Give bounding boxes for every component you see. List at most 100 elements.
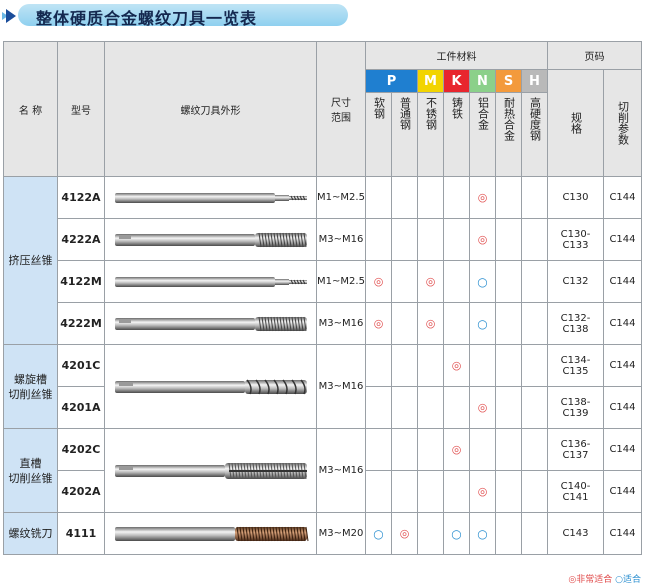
header-spec-text: 规格 <box>569 112 583 134</box>
param-cell: C144 <box>603 260 642 303</box>
material-mark <box>365 470 392 513</box>
material-mark <box>521 344 548 387</box>
model-cell: 4222M <box>57 302 105 345</box>
material-mark <box>417 344 444 387</box>
material-mark <box>391 386 418 429</box>
spec-cell: C140-C141 <box>547 470 604 513</box>
material-mark: ◎ <box>391 512 418 555</box>
material-mark <box>495 344 522 387</box>
material-label: 耐热合金 <box>495 92 522 177</box>
material-letter-k: K <box>443 69 470 93</box>
material-mark <box>391 218 418 261</box>
material-letter-s: S <box>495 69 522 93</box>
material-mark <box>417 428 444 471</box>
header-shape: 螺纹刀具外形 <box>104 41 317 177</box>
material-mark <box>495 470 522 513</box>
tool-shape-icon <box>114 526 308 541</box>
material-mark <box>391 176 418 219</box>
param-cell: C144 <box>603 386 642 429</box>
model-cell: 4222A <box>57 218 105 261</box>
param-cell: C144 <box>603 512 642 555</box>
model-cell: 4202C <box>57 428 105 471</box>
material-mark <box>469 428 496 471</box>
tool-shape-cell <box>104 218 317 261</box>
category-cell: 螺纹铣刀 <box>3 512 58 555</box>
spec-cell: C134-C135 <box>547 344 604 387</box>
material-mark: ◎ <box>443 344 470 387</box>
material-mark <box>391 470 418 513</box>
header-material-group: 工件材料 <box>365 41 548 70</box>
model-cell: 4122A <box>57 176 105 219</box>
material-mark <box>495 302 522 345</box>
title-arrow-icon <box>6 9 16 23</box>
param-cell: C144 <box>603 302 642 345</box>
tool-shape-icon <box>114 379 307 394</box>
size-cell: M3~M16 <box>316 344 366 429</box>
tool-shape-icon <box>114 232 307 247</box>
legend: ◎非常适合 ○适合 <box>568 572 641 585</box>
category-cell: 挤压丝锥 <box>3 176 58 345</box>
param-cell: C144 <box>603 470 642 513</box>
material-mark: ◎ <box>469 176 496 219</box>
table-row: 4122M M1~M2.5 ◎ ◎ ○ C132 C144 <box>4 260 642 303</box>
spec-cell: C132-C138 <box>547 302 604 345</box>
material-mark <box>417 512 444 555</box>
table-row: 4222M M3~M16 ◎ ◎ ○ C132-C138 C144 <box>4 302 642 345</box>
material-mark: ◎ <box>417 260 444 303</box>
material-mark <box>521 470 548 513</box>
spec-cell: C130-C133 <box>547 218 604 261</box>
header-model: 型号 <box>57 41 105 177</box>
tool-shape-cell <box>104 176 317 219</box>
material-label: 铝合金 <box>469 92 496 177</box>
material-mark <box>443 302 470 345</box>
material-mark: ○ <box>469 260 496 303</box>
model-cell: 4202A <box>57 470 105 513</box>
category-cell: 直槽 切削丝锥 <box>3 428 58 513</box>
material-mark <box>365 218 392 261</box>
header-size: 尺寸 范围 <box>316 41 366 177</box>
tool-shape-cell <box>104 260 317 303</box>
material-mark <box>417 470 444 513</box>
material-label-text: 耐热合金 <box>502 97 516 141</box>
tool-shape-cell <box>104 344 317 429</box>
material-mark <box>521 260 548 303</box>
material-label-text: 铝合金 <box>476 97 490 130</box>
material-mark: ○ <box>469 302 496 345</box>
title-bar: 整体硬质合金螺纹刀具一览表 <box>0 0 360 30</box>
header-spec: 规格 <box>547 69 604 177</box>
header-cut-param-text: 切削参数 <box>616 101 630 145</box>
header-cut-param: 切削参数 <box>603 69 642 177</box>
material-label: 普通钢 <box>391 92 418 177</box>
material-mark: ◎ <box>469 470 496 513</box>
material-mark <box>443 218 470 261</box>
material-mark: ○ <box>365 512 392 555</box>
material-mark <box>417 176 444 219</box>
material-label-text: 铸铁 <box>450 97 464 119</box>
material-mark <box>521 302 548 345</box>
material-mark <box>521 176 548 219</box>
material-label-text: 不锈钢 <box>424 97 438 130</box>
table-row: 直槽 切削丝锥 4202C M3~M16 ◎ C136-C137 C144 <box>3 428 642 513</box>
material-label-text: 高硬度钢 <box>528 97 542 141</box>
material-mark <box>495 386 522 429</box>
size-cell: M3~M16 <box>316 428 366 513</box>
material-mark: ◎ <box>365 302 392 345</box>
table-row: 挤压丝锥 4122A M1~M2.5 ◎ C130 C144 <box>3 176 642 345</box>
material-mark <box>391 428 418 471</box>
material-mark <box>391 260 418 303</box>
material-mark <box>521 512 548 555</box>
legend-excellent: ◎非常适合 <box>568 575 613 585</box>
material-mark <box>443 470 470 513</box>
tool-table: 名 称型号 螺纹刀具外形 尺寸 范围 工件材料 页码 P M K N S H 规格 切削参数 软钢 普通钢不… <box>3 41 642 555</box>
size-cell: M1~M2.5 <box>316 176 366 219</box>
material-mark <box>417 218 444 261</box>
model-cell: 4201C <box>57 344 105 387</box>
material-mark <box>365 386 392 429</box>
header-row: 名 称型号 螺纹刀具外形 尺寸 范围 工件材料 页码 <box>3 41 642 177</box>
material-mark <box>365 428 392 471</box>
material-letter-n: N <box>469 69 496 93</box>
material-mark <box>521 428 548 471</box>
tool-shape-cell <box>104 302 317 345</box>
spec-cell: C130 <box>547 176 604 219</box>
material-mark <box>521 218 548 261</box>
